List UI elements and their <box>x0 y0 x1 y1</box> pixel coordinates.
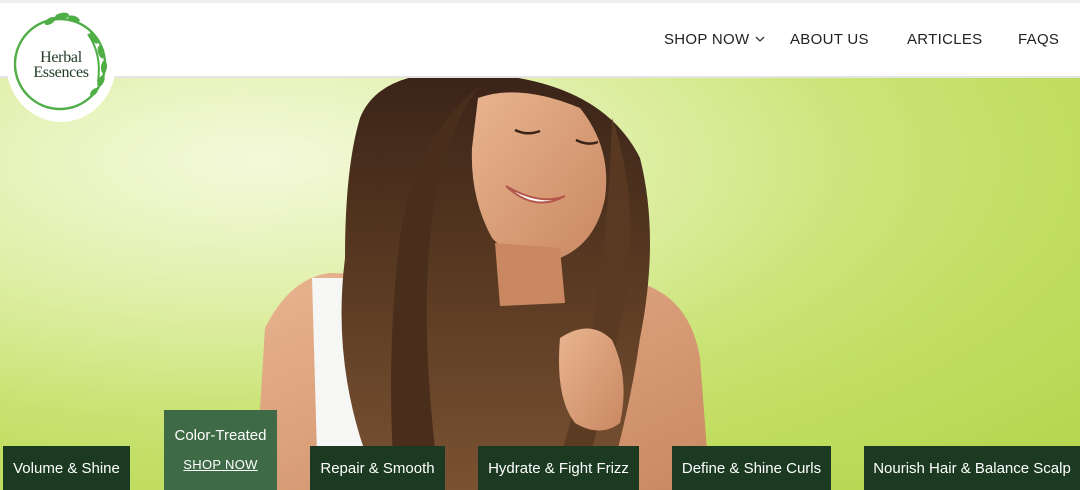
nav-articles[interactable]: ARTICLES <box>907 0 982 78</box>
category-nourish-balance-scalp[interactable]: Nourish Hair & Balance Scalp <box>864 446 1080 490</box>
category-label: Define & Shine Curls <box>681 459 822 477</box>
category-label: Hydrate & Fight Frizz <box>488 459 629 477</box>
category-color-treated[interactable]: Color-Treated SHOP NOW <box>164 410 277 490</box>
logo-text-essences: Essences <box>33 64 89 81</box>
category-shop-now-link[interactable]: SHOP NOW <box>164 457 277 472</box>
nav-shop-now[interactable]: SHOP NOW <box>664 0 765 78</box>
hero-banner <box>0 78 1080 490</box>
category-label: Repair & Smooth <box>320 459 435 477</box>
category-label: Volume & Shine <box>13 459 120 477</box>
nav-shop-now-label: SHOP NOW <box>664 30 750 48</box>
herbal-essences-logo[interactable]: Herbal Essences <box>6 4 116 122</box>
chevron-down-icon <box>756 36 765 42</box>
category-label: Color-Treated <box>174 427 267 444</box>
category-define-shine-curls[interactable]: Define & Shine Curls <box>672 446 831 490</box>
category-volume-shine[interactable]: Volume & Shine <box>3 446 130 490</box>
category-label: Nourish Hair & Balance Scalp <box>873 459 1071 477</box>
nav-faqs[interactable]: FAQS <box>1018 0 1059 78</box>
category-hydrate-fight-frizz[interactable]: Hydrate & Fight Frizz <box>478 446 639 490</box>
hero-image-woman <box>0 78 1080 490</box>
category-repair-smooth[interactable]: Repair & Smooth <box>310 446 445 490</box>
nav-about-us[interactable]: ABOUT US <box>790 0 869 78</box>
